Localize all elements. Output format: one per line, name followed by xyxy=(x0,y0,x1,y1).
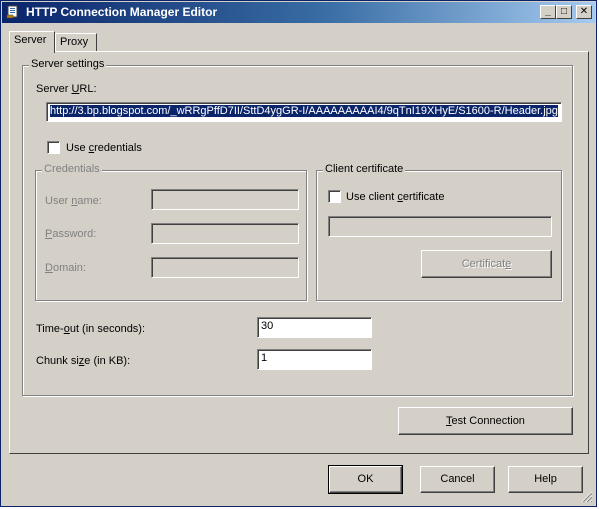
dialog-window: HTTP Connection Manager Editor _ □ ✕ Ser… xyxy=(0,0,597,507)
title-bar[interactable]: HTTP Connection Manager Editor _ □ ✕ xyxy=(2,2,595,23)
timeout-label: Time-out (in seconds): xyxy=(36,323,146,335)
close-icon: ✕ xyxy=(579,6,589,17)
domain-label: Domain: xyxy=(45,262,86,274)
use-client-certificate-label[interactable]: Use client certificate xyxy=(346,191,444,203)
tab-server-label: Server xyxy=(14,34,47,46)
timeout-input[interactable]: 30 xyxy=(257,317,372,338)
tab-proxy[interactable]: Proxy xyxy=(55,33,97,52)
ok-button[interactable]: OK xyxy=(328,465,403,494)
tab-panel-server: Server settings Server URL: http://3.bp.… xyxy=(9,51,589,454)
window-title: HTTP Connection Manager Editor xyxy=(26,5,218,19)
client-certificate-group: Client certificate Use client certificat… xyxy=(316,163,562,301)
server-url-value: http://3.bp.blogspot.com/_wRRgPffD7II/St… xyxy=(50,105,558,117)
test-connection-button[interactable]: Test Connection xyxy=(398,407,573,435)
help-button[interactable]: Help xyxy=(508,466,583,493)
test-connection-label: Test Connection xyxy=(446,415,525,427)
use-credentials-checkbox[interactable] xyxy=(47,141,60,154)
client-certificate-legend: Client certificate xyxy=(323,163,406,175)
username-label: User name: xyxy=(45,195,102,207)
maximize-button[interactable]: □ xyxy=(556,5,572,19)
help-label: Help xyxy=(534,473,557,485)
chunk-size-label: Chunk size (in KB): xyxy=(36,355,131,367)
use-credentials-label[interactable]: Use credentials xyxy=(66,142,142,154)
cancel-label: Cancel xyxy=(440,473,475,485)
ok-label: OK xyxy=(357,473,374,485)
maximize-icon: □ xyxy=(560,6,568,17)
tab-proxy-label: Proxy xyxy=(60,36,89,48)
username-input[interactable] xyxy=(151,189,299,210)
minimize-icon: _ xyxy=(545,6,551,17)
server-url-label: Server URL: xyxy=(36,83,97,95)
app-icon xyxy=(6,5,18,19)
password-label: Password: xyxy=(45,228,97,240)
use-client-certificate-checkbox[interactable] xyxy=(328,190,341,203)
password-input[interactable] xyxy=(151,223,299,244)
credentials-group: Credentials User name: Password: Domain: xyxy=(35,163,307,301)
tab-server[interactable]: Server xyxy=(9,31,55,53)
timeout-value: 30 xyxy=(261,320,274,332)
server-settings-legend: Server settings xyxy=(29,58,107,70)
chunk-size-input[interactable]: 1 xyxy=(257,349,372,370)
domain-input[interactable] xyxy=(151,257,299,278)
credentials-legend: Credentials xyxy=(42,163,102,175)
server-url-input[interactable]: http://3.bp.blogspot.com/_wRRgPffD7II/St… xyxy=(46,102,562,122)
minimize-button[interactable]: _ xyxy=(540,5,556,19)
chunk-size-value: 1 xyxy=(261,352,268,364)
cancel-button[interactable]: Cancel xyxy=(420,466,495,493)
close-button[interactable]: ✕ xyxy=(576,5,592,19)
resize-grip-icon[interactable] xyxy=(581,491,593,503)
certificate-button[interactable]: Certificate xyxy=(421,250,552,278)
server-settings-group: Server settings Server URL: http://3.bp.… xyxy=(22,58,573,396)
certificate-input[interactable] xyxy=(328,216,552,237)
certificate-button-label: Certificate xyxy=(461,258,512,270)
